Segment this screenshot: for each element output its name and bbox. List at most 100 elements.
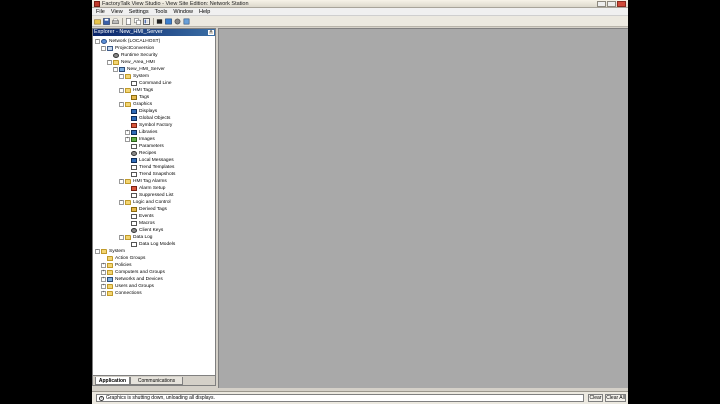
tree-item-data-log-models[interactable]: Data Log Models: [125, 241, 175, 248]
collapse-icon[interactable]: −: [119, 102, 124, 107]
tree-item-label: HMI Tag Alarms: [133, 179, 167, 184]
collapse-icon[interactable]: −: [95, 39, 100, 44]
expand-icon[interactable]: +: [101, 263, 106, 268]
diagnostics-message: Graphics is shutting down, unloading all…: [106, 395, 215, 401]
tree-item-macros[interactable]: Macros: [125, 220, 155, 227]
tree-item-label: ProjectConversion: [115, 46, 155, 51]
expand-icon[interactable]: +: [101, 277, 106, 282]
maximize-button[interactable]: [607, 1, 616, 7]
close-button[interactable]: [617, 1, 626, 7]
launch-icon[interactable]: [165, 18, 172, 25]
tree-item-area[interactable]: − New_Area_HMI: [107, 59, 155, 66]
tree-item-alarm-setup[interactable]: Alarm Setup: [125, 185, 165, 192]
tree-item-action-groups[interactable]: Action Groups: [101, 255, 145, 262]
tree-item-images[interactable]: + Images: [125, 136, 155, 143]
collapse-icon[interactable]: −: [119, 235, 124, 240]
folder-icon: [125, 88, 131, 93]
tree-item-derived-tags[interactable]: Derived Tags: [125, 206, 167, 213]
tree-item-networks-devices[interactable]: + Networks and Devices: [101, 276, 163, 283]
explorer-tabs: Application Communications: [93, 375, 215, 385]
tree-item-label: Events: [139, 214, 154, 219]
tree-item-tags[interactable]: Tags: [125, 94, 149, 101]
settings-icon[interactable]: [183, 18, 190, 25]
tree-item-graphics[interactable]: − Graphics: [119, 101, 152, 108]
new-icon[interactable]: [125, 18, 132, 25]
tree-item-hmi-tags[interactable]: − HMI Tags: [119, 87, 153, 94]
tree-item-connections[interactable]: + Connections: [101, 290, 142, 297]
menu-view[interactable]: View: [108, 9, 126, 15]
expand-icon[interactable]: +: [125, 137, 130, 142]
tab-application[interactable]: Application: [95, 377, 130, 385]
title-bar: FactoryTalk View Studio - View Site Edit…: [92, 0, 628, 8]
tree-item-logic-control[interactable]: − Logic and Control: [119, 199, 171, 206]
tree-item-project[interactable]: − ProjectConversion: [101, 45, 154, 52]
menu-window[interactable]: Window: [170, 9, 196, 15]
tree-item-suppressed-list[interactable]: Suppressed List: [125, 192, 173, 199]
menu-tools[interactable]: Tools: [152, 9, 171, 15]
collapse-icon[interactable]: −: [101, 46, 106, 51]
client-keys-icon: [131, 228, 137, 233]
menu-help[interactable]: Help: [196, 9, 213, 15]
tree-item-policies[interactable]: + Policies: [101, 262, 132, 269]
tree-item-label: Data Log Models: [139, 242, 176, 247]
print-icon[interactable]: [112, 18, 119, 25]
folder-icon: [107, 284, 113, 289]
workspace-area[interactable]: [218, 28, 628, 388]
stop-icon[interactable]: [156, 18, 163, 25]
tree-item-label: Libraries: [139, 130, 158, 135]
tree-item-global-objects[interactable]: Global Objects: [125, 115, 170, 122]
tree-item-label: Action Groups: [115, 256, 146, 261]
tree-item-client-keys[interactable]: Client Keys: [125, 227, 163, 234]
tree-item-local-messages[interactable]: Local Messages: [125, 157, 174, 164]
tree-item-parameters[interactable]: Parameters: [125, 143, 164, 150]
tree-item-displays[interactable]: Displays: [125, 108, 157, 115]
tree-item-command-line[interactable]: Command Line: [125, 80, 172, 87]
tree-item-recipes[interactable]: Recipes: [125, 150, 156, 157]
collapse-icon[interactable]: −: [119, 200, 124, 205]
open-folder-icon[interactable]: [94, 18, 101, 25]
tree-item-trend-templates[interactable]: Trend Templates: [125, 164, 174, 171]
collapse-icon[interactable]: −: [107, 60, 112, 65]
folder-icon: [125, 200, 131, 205]
tree-item-network[interactable]: − Network (LOCALHOST): [95, 38, 160, 45]
tree-item-computers-groups[interactable]: + Computers and Groups: [101, 269, 165, 276]
tree-item-events[interactable]: Events: [125, 213, 154, 220]
menu-settings[interactable]: Settings: [126, 9, 152, 15]
tree-item-data-log[interactable]: − Data Log: [119, 234, 152, 241]
diagnostics-bar: i Graphics is shutting down, unloading a…: [92, 391, 628, 404]
clear-button[interactable]: Clear: [588, 394, 603, 402]
clear-all-button[interactable]: Clear All: [605, 394, 626, 402]
images-icon: [131, 137, 137, 142]
tree-item-trend-snapshots[interactable]: Trend Snapshots: [125, 171, 175, 178]
tree-item-label: Global Objects: [139, 116, 171, 121]
tree-item-runtime-security[interactable]: Runtime Security: [107, 52, 158, 59]
collapse-icon[interactable]: −: [113, 67, 118, 72]
explorer-close-icon[interactable]: ×: [208, 30, 214, 35]
collapse-icon[interactable]: −: [119, 88, 124, 93]
tree-item-libraries[interactable]: + Libraries: [125, 129, 157, 136]
tree-item-system-root[interactable]: − System: [95, 248, 125, 255]
minimize-button[interactable]: [597, 1, 606, 7]
copy-icon[interactable]: [134, 18, 141, 25]
tree-item-label: Network (LOCALHOST): [109, 39, 161, 44]
tree-item-system[interactable]: − System: [119, 73, 149, 80]
tree-item-users-groups[interactable]: + Users and Groups: [101, 283, 154, 290]
expand-icon[interactable]: +: [125, 130, 130, 135]
expand-icon[interactable]: +: [101, 270, 106, 275]
expand-icon[interactable]: +: [101, 291, 106, 296]
tree-item-hmi-server[interactable]: − New_HMI_Server: [113, 66, 165, 73]
tree-item-symbol-factory[interactable]: Symbol Factory: [125, 122, 172, 129]
collapse-icon[interactable]: −: [119, 179, 124, 184]
tab-communications[interactable]: Communications: [130, 377, 183, 385]
collapse-icon[interactable]: −: [95, 249, 100, 254]
window-title: FactoryTalk View Studio - View Site Edit…: [102, 1, 249, 7]
expand-icon[interactable]: +: [101, 284, 106, 289]
menu-file[interactable]: File: [93, 9, 108, 15]
save-icon[interactable]: [103, 18, 110, 25]
explorer-icon[interactable]: [143, 18, 150, 25]
tree-item-label: Alarm Setup: [139, 186, 166, 191]
collapse-icon[interactable]: −: [119, 74, 124, 79]
tree-item-hmi-tag-alarms[interactable]: − HMI Tag Alarms: [119, 178, 167, 185]
diagnostics-message-box[interactable]: i Graphics is shutting down, unloading a…: [96, 394, 584, 402]
test-icon[interactable]: [174, 18, 181, 25]
